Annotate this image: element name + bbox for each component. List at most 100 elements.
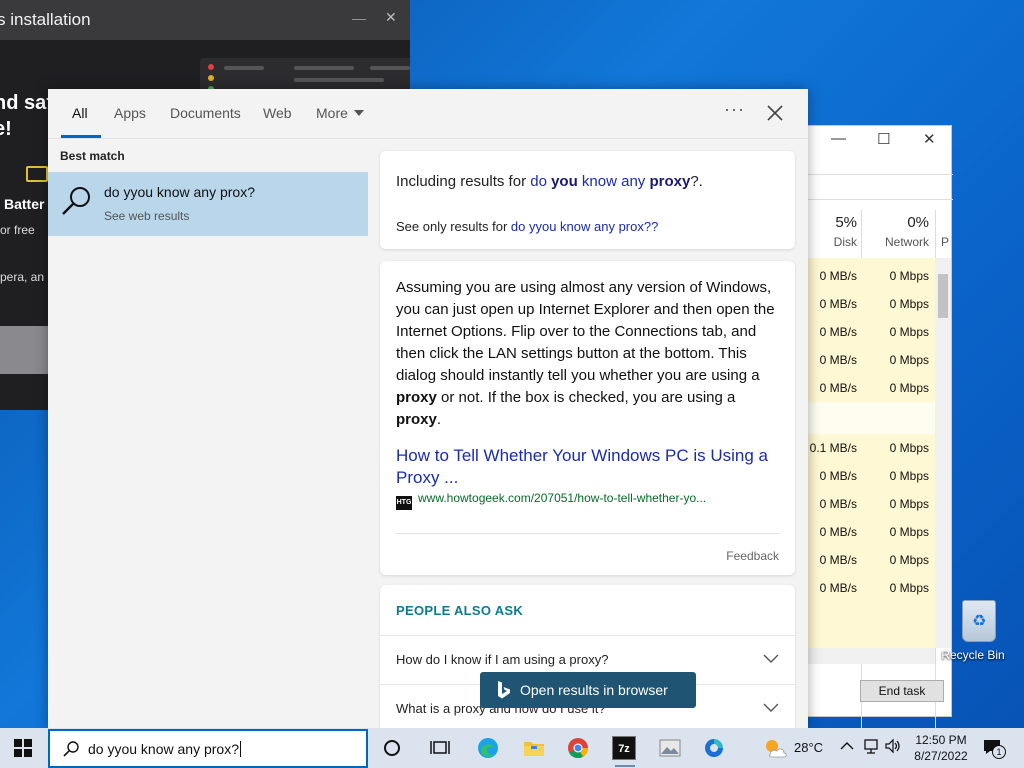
answer-text: Assuming you are using almost any versio…: [396, 277, 778, 431]
original-query-link[interactable]: do yyou know any prox??: [511, 219, 658, 234]
power-column-header[interactable]: P: [941, 214, 953, 249]
source-url: www.howtogeek.com/207051/how-to-tell-whe…: [418, 491, 707, 505]
chevron-up-icon[interactable]: [840, 739, 854, 753]
source-url-link[interactable]: HTG www.howtogeek.com/207051/how-to-tell-…: [396, 491, 706, 510]
chevron-down-icon: [353, 110, 364, 116]
including-suffix: ?.: [690, 173, 703, 190]
app-icon[interactable]: [702, 736, 726, 760]
search-icon: [63, 741, 79, 757]
disk-value-cell: 0 MB/s: [819, 581, 857, 595]
installer-titlebar: s installation — ✕: [0, 0, 410, 40]
task-manager-horizontal-scrollbar[interactable]: [807, 648, 935, 664]
installer-tagline-line2: e!: [0, 118, 12, 140]
scrollbar-thumb[interactable]: [938, 274, 948, 318]
corrected-query-part: do: [530, 173, 552, 190]
file-explorer-icon[interactable]: [522, 736, 546, 760]
disk-value-cell: 0 MB/s: [819, 297, 857, 311]
installer-free-text: or free: [0, 223, 35, 237]
disk-value-cell: 0 MB/s: [819, 525, 857, 539]
disk-value-cell: 0 MB/s: [819, 469, 857, 483]
installer-opera-text: pera, an: [0, 270, 45, 284]
image-viewer-icon[interactable]: [658, 736, 682, 760]
best-match-result[interactable]: do yyou know any prox? See web results: [48, 172, 368, 236]
tab-all[interactable]: All: [72, 105, 88, 121]
battery-icon: [26, 166, 48, 182]
tab-apps[interactable]: Apps: [114, 105, 146, 121]
open-results-in-browser-button[interactable]: Open results in browser: [480, 672, 696, 708]
task-manager-maximize-button[interactable]: ☐: [877, 130, 890, 148]
corrected-query-link[interactable]: do you know any proxy: [530, 173, 690, 190]
chevron-down-icon: [763, 703, 779, 712]
volume-icon[interactable]: [884, 737, 902, 755]
search-query-text: do yyou know any prox?: [88, 741, 239, 757]
network-value-cell: 0 Mbps: [889, 525, 929, 539]
corrected-query-bold: you: [551, 173, 578, 190]
tab-web[interactable]: Web: [263, 105, 292, 121]
network-value-cell: 0 Mbps: [889, 269, 929, 283]
task-manager-minimize-button[interactable]: —: [831, 130, 846, 147]
source-title-link[interactable]: How to Tell Whether Your Windows PC is U…: [396, 445, 778, 489]
cortana-icon[interactable]: [380, 736, 404, 760]
people-also-ask-heading: PEOPLE ALSO ASK: [396, 603, 524, 618]
best-match-heading: Best match: [60, 149, 125, 163]
open-results-label: Open results in browser: [520, 682, 668, 698]
task-manager-close-button[interactable]: ✕: [923, 130, 936, 148]
network-value-cell: 0 Mbps: [889, 325, 929, 339]
network-icon[interactable]: [862, 737, 880, 755]
including-prefix: Including results for: [396, 173, 531, 190]
chrome-browser-icon[interactable]: [566, 736, 590, 760]
clock-date: 8/27/2022: [914, 749, 968, 763]
close-icon[interactable]: [764, 102, 786, 124]
disk-label: Disk: [833, 235, 857, 249]
weather-widget[interactable]: 28°C: [760, 736, 850, 760]
answer-part: .: [436, 411, 442, 428]
installer-minimize-button[interactable]: —: [352, 0, 366, 38]
clock-time: 12:50 PM: [915, 733, 967, 747]
disk-column-header[interactable]: 5% Disk: [815, 214, 857, 249]
tab-documents[interactable]: Documents: [170, 105, 241, 121]
edge-browser-icon[interactable]: [476, 736, 500, 760]
more-options-button[interactable]: ···: [724, 99, 745, 120]
task-view-icon[interactable]: [428, 736, 452, 760]
spelling-card: Including results for do you know any pr…: [380, 151, 795, 249]
installer-close-button[interactable]: ✕: [385, 0, 397, 37]
answer-part: Assuming you are using almost any versio…: [396, 279, 775, 384]
disk-value-cell: 0 MB/s: [819, 497, 857, 511]
end-task-button[interactable]: End task: [860, 680, 944, 702]
text-caret: [239, 741, 241, 757]
including-results-text: Including results for do you know any pr…: [396, 173, 703, 190]
installer-tagline: nd saf e!: [0, 90, 53, 142]
tab-more-label: More: [316, 105, 348, 121]
group-header-row: [807, 402, 935, 434]
search-input-value: do yyou know any prox?: [88, 741, 241, 757]
task-manager-vertical-scrollbar[interactable]: [935, 258, 951, 648]
answer-card: Assuming you are using almost any versio…: [380, 261, 795, 575]
results-list: Best match do yyou know any prox? See we…: [48, 139, 368, 729]
network-value-cell: 0 Mbps: [889, 381, 929, 395]
network-column-header[interactable]: 0% Network: [869, 214, 929, 249]
notification-count-badge: 1: [992, 745, 1006, 759]
taskbar-search-input[interactable]: do yyou know any prox?: [48, 729, 368, 768]
corrected-query-bold: proxy: [649, 173, 691, 190]
notification-center-button[interactable]: 1: [982, 737, 1006, 759]
recycle-bin[interactable]: ♻ Recycle Bin: [941, 600, 1014, 662]
process-rows: 0 MB/s 0 Mbps 0 MB/s 0 Mbps 0 MB/s 0 Mbps 0 MB…: [807, 258, 935, 648]
disk-value-cell: 0.1 MB/s: [809, 441, 857, 455]
installer-battery-text: Batter: [4, 196, 45, 212]
search-panel: All Apps Documents Web More ··· Best mat…: [48, 89, 808, 729]
task-manager-tabs: [807, 174, 953, 200]
best-match-subtitle: See web results: [104, 209, 190, 223]
network-value-cell: 0 Mbps: [889, 497, 929, 511]
taskbar-clock[interactable]: 12:50 PM 8/27/2022: [906, 732, 976, 764]
seven-zip-icon[interactable]: 7z: [612, 736, 636, 767]
windows-start-icon[interactable]: [14, 739, 32, 757]
search-tabs: All Apps Documents Web More ···: [48, 89, 808, 139]
recycle-bin-icon: ♻: [962, 600, 996, 642]
feedback-link[interactable]: Feedback: [726, 549, 779, 563]
site-favicon-icon: HTG: [396, 496, 412, 510]
network-value-cell: 0 Mbps: [889, 581, 929, 595]
tab-more[interactable]: More: [316, 105, 364, 121]
chevron-down-icon: [763, 654, 779, 663]
disk-value-cell: 0 MB/s: [819, 353, 857, 367]
power-label: P: [941, 235, 950, 249]
